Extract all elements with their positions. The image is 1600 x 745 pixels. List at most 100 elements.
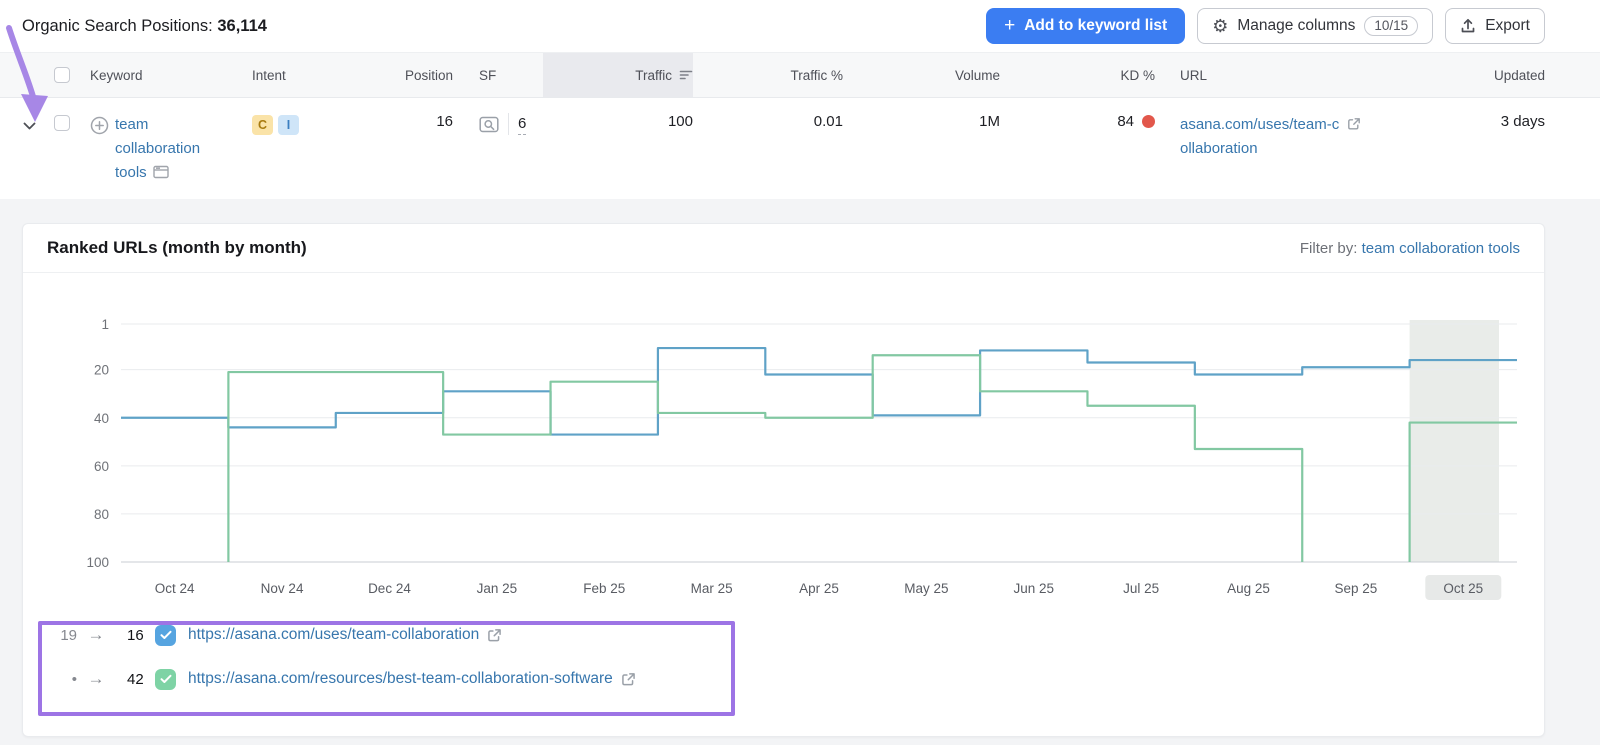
- column-header-kd[interactable]: KD %: [1000, 68, 1155, 83]
- row-checkbox[interactable]: [54, 115, 70, 131]
- legend-row: • → 42 https://asana.com/resources/best-…: [51, 657, 1544, 701]
- manage-columns-button[interactable]: ⚙ Manage columns 10/15: [1197, 8, 1433, 44]
- intent-badge-informational: I: [278, 115, 299, 135]
- svg-text:Aug 25: Aug 25: [1227, 581, 1270, 596]
- organic-positions-section: Organic Search Positions: 36,114 + Add t…: [0, 0, 1600, 199]
- legend-url-link[interactable]: https://asana.com/resources/best-team-co…: [188, 670, 613, 688]
- updated-cell: 3 days: [1435, 113, 1545, 130]
- page-title-count: 36,114: [217, 17, 267, 35]
- svg-text:Feb 25: Feb 25: [583, 581, 625, 596]
- table-row: team collaboration tools C I 16: [0, 98, 1600, 199]
- kd-cell: 84: [1000, 113, 1155, 130]
- svg-text:Jun 25: Jun 25: [1013, 581, 1054, 596]
- filter-by: Filter by: team collaboration tools: [1300, 240, 1520, 257]
- chart-legend: 19 → 16 https://asana.com/uses/team-coll…: [23, 609, 1544, 701]
- svg-text:Oct 25: Oct 25: [1443, 581, 1483, 596]
- position-cell: 16: [348, 113, 453, 130]
- current-position: 16: [115, 627, 155, 644]
- divider: [508, 113, 509, 135]
- svg-text:100: 100: [86, 555, 109, 570]
- previous-position: •: [51, 671, 77, 688]
- column-header-updated[interactable]: Updated: [1435, 68, 1545, 83]
- title-actions: + Add to keyword list ⚙ Manage columns 1…: [986, 8, 1545, 44]
- manage-columns-label: Manage columns: [1237, 17, 1355, 35]
- external-link-icon[interactable]: [1347, 117, 1361, 131]
- gear-icon: ⚙: [1212, 17, 1228, 35]
- export-icon: [1460, 18, 1476, 34]
- expander-cell: [22, 113, 48, 131]
- row-url-line2: ollaboration: [1180, 140, 1258, 157]
- legend-url-link[interactable]: https://asana.com/uses/team-collaboratio…: [188, 626, 479, 644]
- table-header-row: Keyword Intent Position SF Traffic Traff…: [0, 52, 1600, 98]
- svg-text:20: 20: [94, 363, 109, 378]
- column-header-intent[interactable]: Intent: [238, 68, 348, 83]
- current-position: 42: [115, 671, 155, 688]
- panel-title: Ranked URLs (month by month): [47, 238, 307, 258]
- svg-text:Jul 25: Jul 25: [1123, 581, 1159, 596]
- svg-text:1: 1: [101, 317, 109, 332]
- page-title-label: Organic Search Positions:: [22, 17, 213, 35]
- svg-text:40: 40: [94, 411, 109, 426]
- svg-text:Mar 25: Mar 25: [691, 581, 733, 596]
- snippet-icon[interactable]: [153, 165, 169, 179]
- serp-preview-icon[interactable]: [479, 116, 499, 133]
- column-header-volume[interactable]: Volume: [843, 68, 1000, 83]
- series-checkbox-blue[interactable]: [155, 625, 176, 646]
- plus-icon: +: [1004, 16, 1015, 35]
- column-header-sf[interactable]: SF: [453, 68, 543, 83]
- page: Organic Search Positions: 36,114 + Add t…: [0, 0, 1600, 745]
- add-keyword-plus-icon[interactable]: [90, 116, 109, 135]
- arrow-right-icon: →: [77, 625, 115, 645]
- previous-position: 19: [51, 627, 77, 644]
- check-icon: [160, 630, 172, 640]
- page-title: Organic Search Positions: 36,114: [22, 17, 267, 36]
- svg-text:80: 80: [94, 507, 109, 522]
- series-checkbox-green[interactable]: [155, 669, 176, 690]
- column-header-url[interactable]: URL: [1155, 68, 1435, 83]
- svg-text:Dec 24: Dec 24: [368, 581, 411, 596]
- row-url-link[interactable]: asana.com/uses/team-c: [1180, 116, 1339, 133]
- filter-by-label: Filter by:: [1300, 240, 1358, 257]
- add-to-keyword-list-button[interactable]: + Add to keyword list: [986, 8, 1185, 44]
- export-label: Export: [1485, 17, 1530, 35]
- titlebar: Organic Search Positions: 36,114 + Add t…: [0, 0, 1600, 52]
- kd-difficulty-dot: [1142, 115, 1155, 128]
- kd-value: 84: [1117, 113, 1134, 130]
- keyword-cell: team collaboration tools: [78, 113, 238, 185]
- volume-cell: 1M: [843, 113, 1000, 130]
- column-header-traffic-pct[interactable]: Traffic %: [693, 68, 843, 83]
- add-to-keyword-list-label: Add to keyword list: [1024, 17, 1167, 35]
- traffic-cell: 100: [543, 113, 693, 130]
- arrow-right-icon: →: [77, 669, 115, 689]
- column-header-keyword[interactable]: Keyword: [78, 68, 238, 83]
- row-url-line1: asana.com/uses/team-c: [1180, 116, 1339, 133]
- filter-by-value-link[interactable]: team collaboration tools: [1362, 240, 1520, 257]
- svg-text:Oct 24: Oct 24: [155, 581, 195, 596]
- collapse-chevron-icon[interactable]: [22, 121, 37, 131]
- traffic-header-label: Traffic: [635, 68, 672, 83]
- intent-badge-commercial: C: [252, 115, 273, 135]
- sort-descending-icon: [679, 69, 693, 81]
- external-link-icon[interactable]: [621, 672, 636, 687]
- select-all-cell: [48, 67, 78, 83]
- select-all-checkbox[interactable]: [54, 67, 70, 83]
- check-icon: [160, 674, 172, 684]
- external-link-icon[interactable]: [487, 628, 502, 643]
- columns-count-badge: 10/15: [1364, 16, 1418, 36]
- svg-text:Jan 25: Jan 25: [477, 581, 518, 596]
- keyword-link[interactable]: team collaboration tools: [115, 113, 227, 185]
- svg-text:Sep 25: Sep 25: [1335, 581, 1378, 596]
- url-cell: asana.com/uses/team-c ollaboration: [1155, 113, 1435, 161]
- intent-cell: C I: [238, 113, 348, 135]
- panel-header: Ranked URLs (month by month) Filter by: …: [23, 224, 1544, 273]
- legend-row: 19 → 16 https://asana.com/uses/team-coll…: [51, 613, 1544, 657]
- sf-cell: 6: [453, 113, 543, 135]
- traffic-pct-cell: 0.01: [693, 113, 843, 130]
- sf-value[interactable]: 6: [518, 113, 526, 135]
- column-header-position[interactable]: Position: [348, 68, 453, 83]
- row-url-link-wrap[interactable]: ollaboration: [1180, 140, 1258, 157]
- column-header-traffic[interactable]: Traffic: [543, 53, 693, 97]
- export-button[interactable]: Export: [1445, 8, 1545, 44]
- ranked-urls-panel: Ranked URLs (month by month) Filter by: …: [22, 223, 1545, 737]
- svg-text:May 25: May 25: [904, 581, 948, 596]
